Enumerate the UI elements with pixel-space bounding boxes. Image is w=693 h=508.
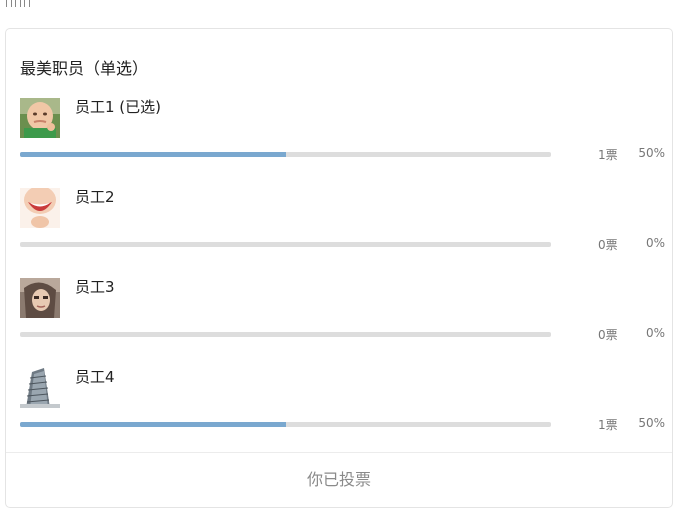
top-cropped-glyphs	[6, 0, 30, 7]
option-label: 员工3	[75, 278, 115, 296]
option-label: 员工4	[75, 368, 115, 386]
footer-divider	[6, 452, 672, 453]
vote-percent: 0%	[645, 236, 665, 250]
vote-progress-bar	[20, 422, 551, 427]
vote-progress-fill	[20, 422, 286, 427]
option-label: 员工2	[75, 188, 115, 206]
vote-progress-fill	[20, 152, 286, 157]
vote-percent: 50%	[638, 146, 665, 160]
poll-card: 最美职员（单选） 员工1 (已选) 1票 50% 员工2 0票 0% 员工3 0…	[5, 28, 673, 508]
option-label: 员工1 (已选)	[75, 98, 162, 116]
vote-progress-bar	[20, 332, 551, 337]
building-photo-icon	[20, 368, 60, 408]
vote-progress-bar	[20, 242, 551, 247]
portrait-photo-icon	[20, 278, 60, 318]
option-thumbnail	[20, 368, 60, 408]
poll-title: 最美职员（单选）	[20, 59, 149, 78]
option-thumbnail	[20, 98, 60, 138]
vote-percent: 0%	[645, 326, 665, 340]
vote-count: 1票	[598, 418, 618, 432]
vote-count: 1票	[598, 148, 618, 162]
poll-option-2[interactable]: 员工2 0票 0%	[20, 188, 665, 258]
poll-option-1[interactable]: 员工1 (已选) 1票 50%	[20, 98, 665, 168]
poll-option-4[interactable]: 员工4 1票 50%	[20, 368, 665, 438]
smile-photo-icon	[20, 188, 60, 228]
baby-photo-icon	[20, 98, 60, 138]
option-thumbnail	[20, 278, 60, 318]
vote-percent: 50%	[638, 416, 665, 430]
vote-progress-bar	[20, 152, 551, 157]
poll-option-3[interactable]: 员工3 0票 0%	[20, 278, 665, 348]
vote-count: 0票	[598, 328, 618, 342]
voted-status: 你已投票	[306, 470, 371, 489]
option-thumbnail	[20, 188, 60, 228]
vote-count: 0票	[598, 238, 618, 252]
